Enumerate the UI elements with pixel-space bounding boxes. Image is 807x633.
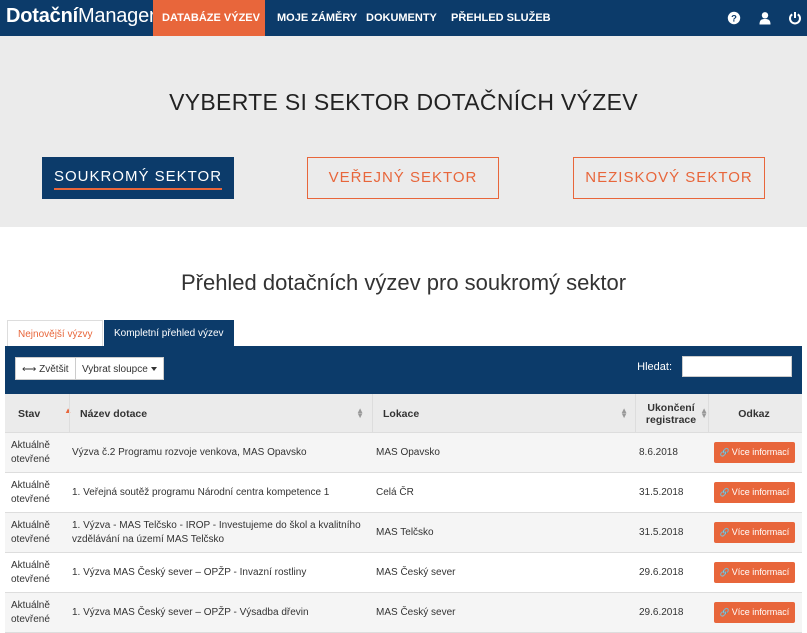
table-body: Aktuálně otevřené Výzva č.2 Programu roz…	[5, 433, 802, 633]
cell-name: 1. Výzva MAS Český sever – OPŽP - Invazn…	[72, 567, 307, 578]
column-header-odkaz: Odkaz	[711, 394, 797, 433]
cell-date: 31.5.2018	[639, 487, 684, 498]
nav-item-dokumenty[interactable]: DOKUMENTY	[366, 0, 437, 36]
column-divider	[635, 394, 636, 433]
sort-icon: ▲ ▼	[620, 406, 628, 420]
nav-item-databaze-vyzev[interactable]: DATABÁZE VÝZEV	[153, 0, 265, 57]
hero-title: VYBERTE SI SEKTOR DOTAČNÍCH VÝZEV	[169, 89, 638, 115]
table-row: Aktuálně otevřené Výzva č.2 Programu roz…	[5, 433, 802, 473]
column-label: Stav	[18, 407, 41, 420]
search-label: Hledat:	[637, 361, 672, 373]
expand-arrows-icon: ⟷	[22, 364, 37, 375]
table-header: Stav ▲ Název dotace ▲▼ Lokace ▲▼ Ukončen…	[5, 394, 802, 433]
more-info-label: Více informací	[731, 607, 790, 617]
logo-rest: Manager	[77, 5, 156, 27]
sector-label: VEŘEJNÝ SEKTOR	[328, 169, 478, 186]
cell-status: Aktuálně otevřené	[11, 440, 50, 465]
table-row: Aktuálně otevřené 1. Výzva - MAS Telčsko…	[5, 513, 802, 553]
more-info-label: Více informací	[731, 447, 790, 457]
cell-location: MAS Český sever	[376, 607, 456, 618]
cell-status: Aktuálně otevřené	[11, 560, 50, 585]
column-header-nazev[interactable]: Název dotace ▲ ▼	[80, 394, 370, 433]
more-info-button[interactable]: 🔗 Více informací	[714, 442, 795, 463]
sort-icon: ▲ ▼	[700, 406, 708, 420]
more-info-button[interactable]: 🔗 Více informací	[714, 522, 795, 543]
sector-label: SOUKROMÝ SEKTOR	[53, 168, 223, 190]
cell-name: 1. Výzva MAS Český sever – OPŽP - Výsadb…	[72, 607, 309, 618]
column-label: Odkaz	[738, 407, 770, 420]
link-icon: 🔗	[719, 608, 730, 617]
sector-button-verejny[interactable]: VEŘEJNÝ SEKTOR	[307, 157, 499, 199]
nav-label: DOKUMENTY	[366, 12, 437, 24]
more-info-label: Více informací	[731, 487, 790, 497]
link-icon: 🔗	[719, 568, 730, 577]
help-icon[interactable]: ?	[727, 11, 741, 25]
table-toolbar: ⟷ Zvětšit Vybrat sloupce Hledat:	[5, 346, 802, 394]
sector-picker: VYBERTE SI SEKTOR DOTAČNÍCH VÝZEV SOUKRO…	[0, 36, 807, 227]
columns-label: Vybrat sloupce	[82, 364, 148, 375]
sector-button-neziskovy[interactable]: NEZISKOVÝ SEKTOR	[573, 157, 765, 199]
top-navbar: DotačníManager DATABÁZE VÝZEV MOJE ZÁMĚR…	[0, 0, 807, 57]
cell-date: 8.6.2018	[639, 447, 678, 458]
tab-newest[interactable]: Nejnovější výzvy	[7, 320, 104, 347]
caret-down-icon	[150, 367, 157, 372]
table-row: Aktuálně otevřené 1. Veřejná soutěž prog…	[5, 473, 802, 513]
power-icon[interactable]	[788, 11, 802, 25]
svg-text:?: ?	[731, 14, 737, 25]
search-input[interactable]	[682, 356, 792, 377]
expand-label: Zvětšit	[39, 364, 69, 375]
nav-item-moje-zamery[interactable]: MOJE ZÁMĚRY	[277, 0, 357, 36]
sector-button-soukromy[interactable]: SOUKROMÝ SEKTOR	[42, 157, 234, 199]
select-columns-button[interactable]: Vybrat sloupce	[75, 357, 164, 380]
table-row: Aktuálně otevřené 1. Výzva MAS Český sev…	[5, 553, 802, 593]
cell-status: Aktuálně otevřené	[11, 600, 50, 625]
cell-name: Výzva č.2 Programu rozvoje venkova, MAS …	[72, 447, 307, 458]
link-icon: 🔗	[719, 448, 730, 457]
nav-label: DATABÁZE VÝZEV	[162, 12, 260, 24]
nav-item-prehled-sluzeb[interactable]: PŘEHLED SLUŽEB	[451, 0, 551, 36]
more-info-label: Více informací	[731, 567, 790, 577]
column-label: Ukončení registrace	[645, 401, 697, 426]
column-header-ukonceni[interactable]: Ukončení registrace ▲ ▼	[638, 394, 708, 433]
cell-date: 31.5.2018	[639, 527, 684, 538]
cell-location: MAS Opavsko	[376, 447, 440, 458]
cell-name: 1. Výzva - MAS Telčsko - IROP - Investuj…	[72, 520, 361, 545]
column-label: Lokace	[383, 407, 420, 420]
calls-table: Stav ▲ Název dotace ▲▼ Lokace ▲▼ Ukončen…	[5, 394, 802, 633]
cell-location: Celá ČR	[376, 487, 414, 498]
column-divider	[372, 394, 373, 433]
cell-location: MAS Telčsko	[376, 527, 434, 538]
link-icon: 🔗	[719, 488, 730, 497]
column-divider	[708, 394, 709, 433]
more-info-button[interactable]: 🔗 Více informací	[714, 562, 795, 583]
sort-icon: ▲ ▼	[356, 406, 364, 420]
column-label: Název dotace	[80, 407, 148, 420]
cell-status: Aktuálně otevřené	[11, 520, 50, 545]
more-info-button[interactable]: 🔗 Více informací	[714, 482, 795, 503]
more-info-button[interactable]: 🔗 Více informací	[714, 602, 795, 623]
link-icon: 🔗	[719, 528, 730, 537]
sector-label: NEZISKOVÝ SEKTOR	[585, 169, 753, 186]
app-logo[interactable]: DotačníManager	[6, 5, 156, 28]
user-icon[interactable]	[758, 11, 772, 25]
nav-label: PŘEHLED SLUŽEB	[451, 12, 551, 24]
more-info-label: Více informací	[731, 527, 790, 537]
tab-complete[interactable]: Kompletní přehled výzev	[104, 320, 234, 347]
cell-name: 1. Veřejná soutěž programu Národní centr…	[72, 487, 330, 498]
cell-location: MAS Český sever	[376, 567, 456, 578]
table-row: Aktuálně otevřené 1. Výzva MAS Český sev…	[5, 593, 802, 633]
expand-button[interactable]: ⟷ Zvětšit	[15, 357, 76, 380]
nav-label: MOJE ZÁMĚRY	[277, 12, 358, 24]
column-header-lokace[interactable]: Lokace ▲ ▼	[383, 394, 634, 433]
tab-label: Nejnovější výzvy	[18, 329, 93, 340]
section-title: Přehled dotačních výzev pro soukromý sek…	[180, 270, 627, 295]
logo-bold: Dotační	[6, 5, 78, 27]
cell-status: Aktuálně otevřené	[11, 480, 50, 505]
cell-date: 29.6.2018	[639, 567, 684, 578]
column-header-stav[interactable]: Stav ▲	[18, 394, 72, 433]
tab-label: Kompletní přehled výzev	[114, 328, 224, 339]
cell-date: 29.6.2018	[639, 607, 684, 618]
column-divider	[69, 394, 70, 433]
